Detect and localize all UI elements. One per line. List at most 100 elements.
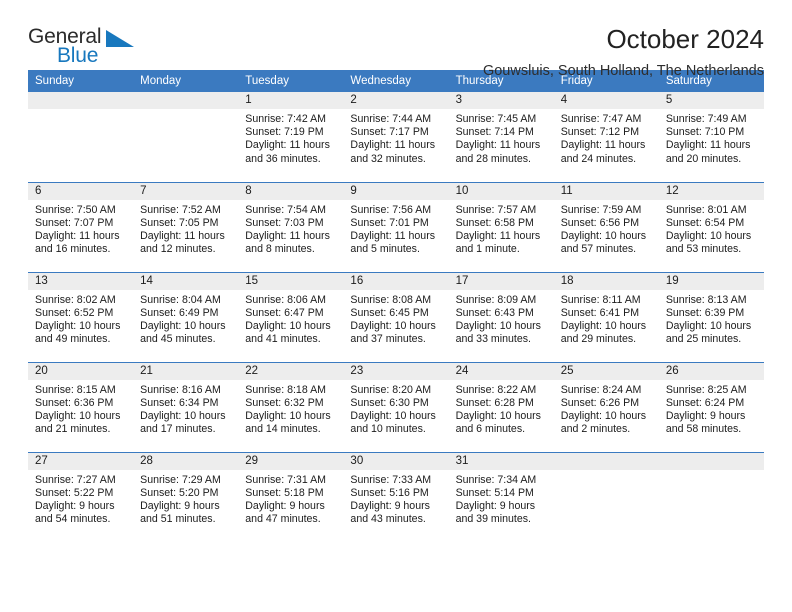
daylight-duration-line2: and 16 minutes. xyxy=(35,243,111,256)
day-sun-info: Sunrise: 7:33 AM Sunset: 5:16 PM Daylight:… xyxy=(343,470,448,527)
day-sun-info: Sunrise: 7:42 AM Sunset: 7:19 PM Daylight:… xyxy=(238,109,343,166)
calendar-day-cell[interactable]: 23 Sunrise: 8:20 AM Sunset: 6:30 PM Dayligh… xyxy=(343,361,449,452)
page-header: General Blue October 2024 Gouwsluis, Sou… xyxy=(28,0,764,79)
calendar-day-cell[interactable]: 29 Sunrise: 7:31 AM Sunset: 5:18 PM Dayligh… xyxy=(238,451,344,542)
calendar-day-cell[interactable]: 15 Sunrise: 8:06 AM Sunset: 6:47 PM Dayligh… xyxy=(238,271,344,362)
day-number: 7 xyxy=(133,182,239,200)
sunset-time: Sunset: 6:47 PM xyxy=(245,306,324,319)
calendar-day-cell[interactable]: 18 Sunrise: 8:11 AM Sunset: 6:41 PM Dayligh… xyxy=(553,271,659,362)
day-number: 21 xyxy=(133,362,239,380)
sunset-time: Sunset: 6:54 PM xyxy=(665,216,745,229)
calendar-day-cell[interactable]: 1 Sunrise: 7:42 AM Sunset: 7:19 PM Daylight… xyxy=(238,92,344,182)
calendar-day-cell[interactable]: 22 Sunrise: 8:18 AM Sunset: 6:32 PM Dayligh… xyxy=(238,361,344,452)
sunrise-time: Sunrise: 8:08 AM xyxy=(350,293,432,306)
calendar-day-cell[interactable]: 6 Sunrise: 7:50 AM Sunset: 7:07 PM Daylight… xyxy=(28,181,134,272)
sunrise-time: Sunrise: 8:09 AM xyxy=(455,293,537,306)
daylight-duration-line2: and 17 minutes. xyxy=(140,423,216,436)
sunset-time: Sunset: 6:32 PM xyxy=(245,396,324,409)
day-sun-info: Sunrise: 8:06 AM Sunset: 6:47 PM Daylight:… xyxy=(238,290,343,347)
sunrise-time: Sunrise: 8:11 AM xyxy=(560,293,641,306)
calendar-day-cell[interactable]: 4 Sunrise: 7:47 AM Sunset: 7:12 PM Daylight… xyxy=(553,92,659,182)
daylight-duration-line1: Daylight: 10 hours xyxy=(140,409,226,422)
sunset-time: Sunset: 6:30 PM xyxy=(350,396,429,409)
calendar-day-cell[interactable]: 5 Sunrise: 7:49 AM Sunset: 7:10 PM Daylight… xyxy=(658,92,764,182)
sunset-time: Sunset: 6:39 PM xyxy=(665,306,745,319)
sunset-time: Sunset: 7:10 PM xyxy=(665,126,745,139)
general-blue-logo[interactable]: General Blue xyxy=(28,26,158,72)
sunset-time: Sunset: 6:34 PM xyxy=(140,396,219,409)
calendar-day-cell[interactable]: 19 Sunrise: 8:13 AM Sunset: 6:39 PM Dayligh… xyxy=(658,271,764,362)
day-number: 31 xyxy=(448,452,554,470)
day-number: 27 xyxy=(28,452,134,470)
calendar-day-cell[interactable]: 14 Sunrise: 8:04 AM Sunset: 6:49 PM Dayligh… xyxy=(133,271,239,362)
calendar-day-cell-empty xyxy=(658,451,764,542)
daylight-duration-line1: Daylight: 10 hours xyxy=(245,409,331,422)
daylight-duration-line1: Daylight: 9 hours xyxy=(140,499,220,512)
calendar-day-cell[interactable]: 20 Sunrise: 8:15 AM Sunset: 6:36 PM Dayligh… xyxy=(28,361,134,452)
daylight-duration-line1: Daylight: 10 hours xyxy=(455,409,541,422)
calendar-day-cell[interactable]: 21 Sunrise: 8:16 AM Sunset: 6:34 PM Dayligh… xyxy=(133,361,239,452)
day-number: 30 xyxy=(343,452,449,470)
daylight-duration-line1: Daylight: 11 hours xyxy=(245,229,330,242)
calendar-day-cell[interactable]: 24 Sunrise: 8:22 AM Sunset: 6:28 PM Dayligh… xyxy=(448,361,554,452)
day-number: 28 xyxy=(133,452,239,470)
calendar-day-cell[interactable]: 2 Sunrise: 7:44 AM Sunset: 7:17 PM Daylight… xyxy=(343,92,449,182)
calendar-day-cell[interactable]: 13 Sunrise: 8:02 AM Sunset: 6:52 PM Dayligh… xyxy=(28,271,134,362)
day-sun-info: Sunrise: 7:52 AM Sunset: 7:05 PM Daylight:… xyxy=(133,200,238,257)
calendar-day-cell[interactable]: 17 Sunrise: 8:09 AM Sunset: 6:43 PM Dayligh… xyxy=(448,271,554,362)
sunrise-time: Sunrise: 8:22 AM xyxy=(455,383,537,396)
daylight-duration-line2: and 24 minutes. xyxy=(560,152,637,165)
calendar-day-cell[interactable]: 16 Sunrise: 8:08 AM Sunset: 6:45 PM Dayligh… xyxy=(343,271,449,362)
calendar-day-cell[interactable]: 11 Sunrise: 7:59 AM Sunset: 6:56 PM Dayligh… xyxy=(553,181,659,272)
calendar-day-cell-empty xyxy=(553,451,659,542)
sunset-time: Sunset: 6:28 PM xyxy=(455,396,534,409)
daylight-duration-line2: and 49 minutes. xyxy=(35,333,111,346)
calendar-day-cell[interactable]: 8 Sunrise: 7:54 AM Sunset: 7:03 PM Daylight… xyxy=(238,181,344,272)
sunset-time: Sunset: 7:07 PM xyxy=(35,216,114,229)
sunrise-time: Sunrise: 7:27 AM xyxy=(35,473,116,486)
daylight-duration-line1: Daylight: 10 hours xyxy=(245,319,331,332)
calendar-week-row: 27 Sunrise: 7:27 AM Sunset: 5:22 PM Dayligh… xyxy=(28,451,764,542)
sunrise-time: Sunrise: 8:01 AM xyxy=(665,203,747,216)
daylight-duration-line1: Daylight: 10 hours xyxy=(35,409,121,422)
daylight-duration-line1: Daylight: 10 hours xyxy=(350,409,436,422)
day-number: 19 xyxy=(658,272,764,290)
calendar-day-cell[interactable]: 28 Sunrise: 7:29 AM Sunset: 5:20 PM Dayligh… xyxy=(133,451,239,542)
daylight-duration-line1: Daylight: 11 hours xyxy=(245,139,330,152)
calendar-day-cell[interactable]: 26 Sunrise: 8:25 AM Sunset: 6:24 PM Dayligh… xyxy=(658,361,764,452)
calendar-day-cell[interactable]: 12 Sunrise: 8:01 AM Sunset: 6:54 PM Dayligh… xyxy=(658,181,764,272)
day-sun-info: Sunrise: 8:18 AM Sunset: 6:32 PM Daylight:… xyxy=(238,380,343,437)
calendar-day-cell[interactable]: 25 Sunrise: 8:24 AM Sunset: 6:26 PM Dayligh… xyxy=(553,361,659,452)
sunset-time: Sunset: 6:36 PM xyxy=(35,396,114,409)
daylight-duration-line2: and 14 minutes. xyxy=(245,423,321,436)
weekday-header-wednesday: Wednesday xyxy=(343,70,449,92)
sunrise-time: Sunrise: 7:59 AM xyxy=(560,203,642,216)
calendar-day-cell[interactable]: 27 Sunrise: 7:27 AM Sunset: 5:22 PM Dayligh… xyxy=(28,451,134,542)
calendar-day-cell[interactable]: 7 Sunrise: 7:52 AM Sunset: 7:05 PM Daylight… xyxy=(133,181,239,272)
calendar-day-cell[interactable]: 9 Sunrise: 7:56 AM Sunset: 7:01 PM Daylight… xyxy=(343,181,449,272)
calendar-day-cell[interactable]: 10 Sunrise: 7:57 AM Sunset: 6:58 PM Dayligh… xyxy=(448,181,554,272)
day-sun-info: Sunrise: 7:31 AM Sunset: 5:18 PM Daylight:… xyxy=(238,470,343,527)
sunset-time: Sunset: 6:52 PM xyxy=(35,306,114,319)
daylight-duration-line2: and 21 minutes. xyxy=(35,423,111,436)
daylight-duration-line2: and 53 minutes. xyxy=(665,243,742,256)
sunset-time: Sunset: 6:43 PM xyxy=(455,306,534,319)
location-subtitle: Gouwsluis, South Holland, The Netherland… xyxy=(482,63,764,80)
daylight-duration-line1: Daylight: 10 hours xyxy=(665,319,752,332)
calendar-day-cell[interactable]: 30 Sunrise: 7:33 AM Sunset: 5:16 PM Dayligh… xyxy=(343,451,449,542)
daylight-duration-line1: Daylight: 11 hours xyxy=(350,229,436,242)
daylight-duration-line2: and 2 minutes. xyxy=(560,423,631,436)
day-number xyxy=(553,452,659,470)
day-number: 5 xyxy=(658,92,764,109)
calendar-week-row: 6 Sunrise: 7:50 AM Sunset: 7:07 PM Daylight… xyxy=(28,181,764,272)
daylight-duration-line2: and 58 minutes. xyxy=(665,423,742,436)
calendar-day-cell-empty xyxy=(28,92,134,182)
sunset-time: Sunset: 7:01 PM xyxy=(350,216,429,229)
calendar-day-cell[interactable]: 3 Sunrise: 7:45 AM Sunset: 7:14 PM Daylight… xyxy=(448,92,554,182)
calendar-day-cell[interactable]: 31 Sunrise: 7:34 AM Sunset: 5:14 PM Dayligh… xyxy=(448,451,554,542)
day-sun-info: Sunrise: 7:34 AM Sunset: 5:14 PM Daylight:… xyxy=(449,470,554,527)
daylight-duration-line2: and 57 minutes. xyxy=(560,243,637,256)
sunset-time: Sunset: 6:26 PM xyxy=(560,396,640,409)
day-sun-info: Sunrise: 8:01 AM Sunset: 6:54 PM Daylight:… xyxy=(659,200,764,257)
weekday-header-sunday: Sunday xyxy=(28,70,134,92)
